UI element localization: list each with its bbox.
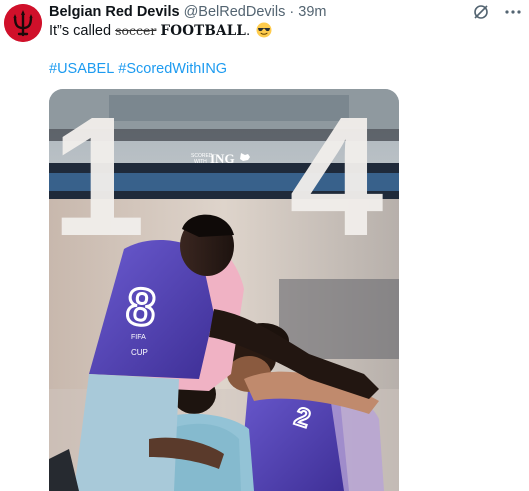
- grok-icon[interactable]: [471, 2, 491, 22]
- user-handle[interactable]: @BelRedDevils: [184, 4, 286, 20]
- tweet-text: It”s called soccer FOOTBALL.: [49, 22, 272, 40]
- struck-word: soccer: [115, 23, 157, 38]
- tweet-text-prefix: It”s called: [49, 23, 116, 39]
- avatar[interactable]: [4, 4, 42, 42]
- bold-word: FOOTBALL: [160, 23, 247, 39]
- hashtags: #USABEL #ScoredWithING: [49, 60, 231, 78]
- display-name[interactable]: Belgian Red Devils: [49, 4, 180, 20]
- header-actions: [471, 2, 523, 22]
- score-number-left: 1: [51, 89, 146, 272]
- celebration-photo: 1 4 SCORED WITH ING 8 FIFA CUP 2: [49, 89, 399, 491]
- sunglasses-emoji-icon: [256, 22, 272, 38]
- tweet-media-image[interactable]: 1 4 SCORED WITH ING 8 FIFA CUP 2: [49, 89, 399, 491]
- separator-dot: ·: [289, 4, 295, 20]
- timestamp[interactable]: 39m: [298, 4, 326, 20]
- jersey-text-1: FIFA: [131, 334, 146, 341]
- tweet-header: Belgian Red Devils @BelRedDevils · 39m: [49, 3, 326, 21]
- trident-logo-icon: [4, 4, 42, 42]
- tweet-text-suffix: .: [246, 23, 251, 39]
- sponsor-small-2: WITH: [194, 159, 207, 165]
- jersey-number: 8: [124, 277, 159, 338]
- more-icon[interactable]: [503, 2, 523, 22]
- sponsor-brand: ING: [210, 151, 235, 166]
- jersey-text-2: CUP: [131, 348, 148, 357]
- hashtag-link[interactable]: #USABEL: [49, 61, 114, 77]
- score-number-right: 4: [289, 89, 384, 272]
- hashtag-link[interactable]: #ScoredWithING: [118, 61, 227, 77]
